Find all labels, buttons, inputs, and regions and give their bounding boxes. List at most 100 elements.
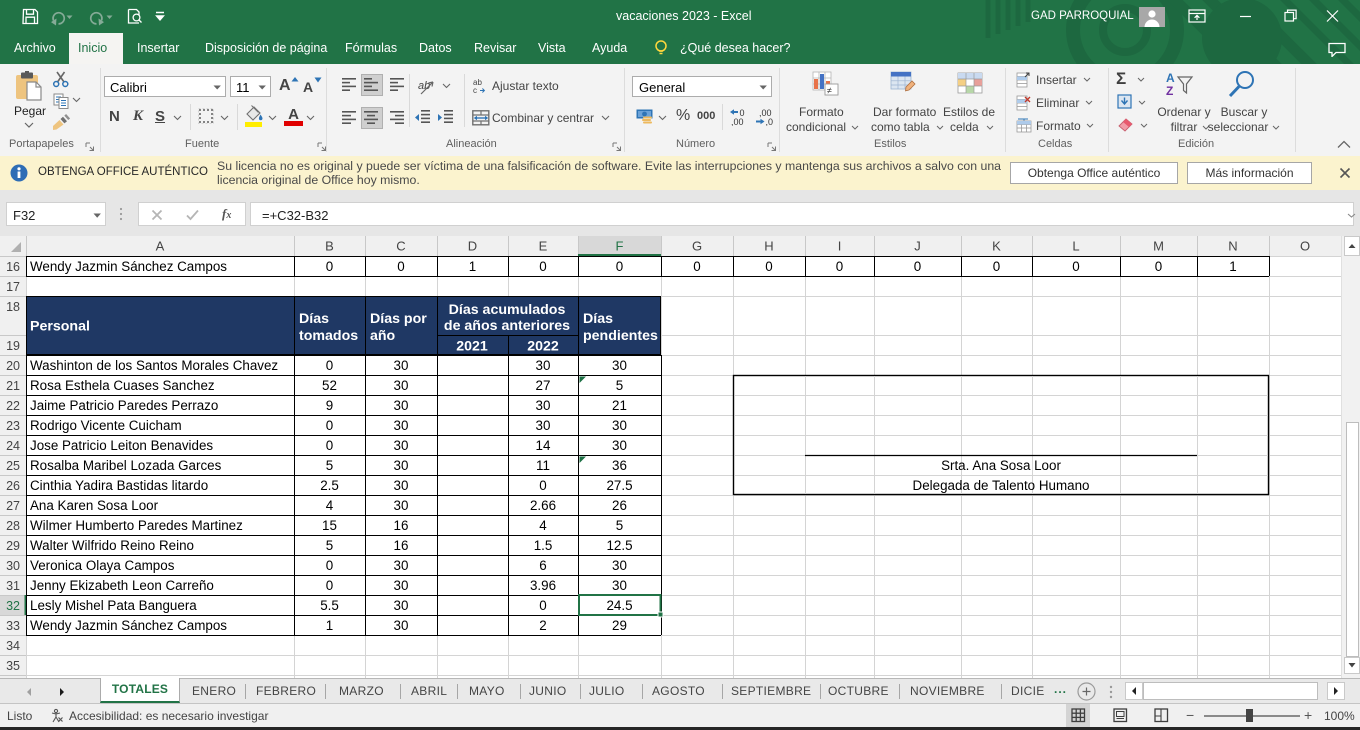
svg-text:3.96: 3.96	[530, 578, 556, 593]
svg-text:K: K	[992, 239, 1001, 254]
svg-text:30: 30	[394, 578, 409, 593]
svg-text:26: 26	[6, 479, 20, 493]
svg-text:16: 16	[394, 518, 409, 533]
svg-text:F: F	[616, 239, 624, 254]
svg-text:0: 0	[326, 438, 333, 453]
svg-text:6: 6	[539, 558, 546, 573]
svg-text:0: 0	[1155, 259, 1162, 274]
svg-text:tomados: tomados	[299, 328, 358, 344]
svg-text:30: 30	[536, 358, 551, 373]
svg-text:0: 0	[539, 478, 546, 493]
svg-text:A: A	[1166, 71, 1175, 85]
svg-text:16: 16	[6, 260, 20, 274]
svg-text:Días: Días	[583, 311, 613, 327]
svg-text:Walter Wilfrido Reino Reino: Walter Wilfrido Reino Reino	[30, 538, 194, 553]
svg-text:5: 5	[326, 538, 333, 553]
svg-text:Rodrigo Vicente Cuicham: Rodrigo Vicente Cuicham	[30, 418, 182, 433]
svg-text:30: 30	[6, 559, 20, 573]
svg-text:15: 15	[322, 518, 337, 533]
svg-text:1: 1	[1229, 259, 1236, 274]
svg-text:5: 5	[616, 518, 623, 533]
svg-text:Rosa Esthela Cuases Sanchez: Rosa Esthela Cuases Sanchez	[30, 378, 215, 393]
svg-text:Días por: Días por	[370, 311, 427, 327]
svg-text:24.5: 24.5	[606, 598, 632, 613]
svg-text:30: 30	[612, 438, 627, 453]
svg-text:Jaime Patricio Paredes Perrazo: Jaime Patricio Paredes Perrazo	[30, 398, 218, 413]
svg-text:D: D	[468, 239, 477, 254]
svg-text:N: N	[1228, 239, 1237, 254]
svg-text:Veronica Olaya Campos: Veronica Olaya Campos	[30, 558, 175, 573]
svg-text:J: J	[914, 239, 921, 254]
svg-text:35: 35	[6, 659, 20, 673]
svg-text:34: 34	[6, 639, 20, 653]
svg-text:Wendy Jazmin Sánchez Campos: Wendy Jazmin Sánchez Campos	[30, 259, 227, 274]
svg-text:E: E	[539, 239, 548, 254]
svg-text:Srta. Ana Sosa Loor: Srta. Ana Sosa Loor	[941, 458, 1061, 473]
svg-text:30: 30	[394, 438, 409, 453]
svg-text:Personal: Personal	[30, 319, 90, 335]
svg-text:2.66: 2.66	[530, 498, 556, 513]
svg-text:19: 19	[6, 339, 20, 353]
svg-text:25: 25	[6, 459, 20, 473]
svg-text:0: 0	[326, 259, 333, 274]
svg-text:2.5: 2.5	[320, 478, 339, 493]
svg-text:0: 0	[616, 259, 623, 274]
svg-text:27: 27	[6, 499, 20, 513]
svg-text:G: G	[692, 239, 702, 254]
svg-text:36: 36	[612, 458, 627, 473]
svg-text:30: 30	[394, 498, 409, 513]
svg-text:0: 0	[326, 578, 333, 593]
svg-text:0: 0	[397, 259, 404, 274]
svg-text:30: 30	[394, 478, 409, 493]
svg-text:20: 20	[6, 359, 20, 373]
svg-text:29: 29	[612, 618, 627, 633]
svg-text:24: 24	[6, 439, 20, 453]
svg-text:27: 27	[536, 378, 551, 393]
svg-text:Ana Karen Sosa Loor: Ana Karen Sosa Loor	[30, 498, 159, 513]
svg-text:30: 30	[394, 458, 409, 473]
svg-text:26: 26	[612, 498, 627, 513]
svg-text:0: 0	[836, 259, 843, 274]
svg-text:0: 0	[1072, 259, 1079, 274]
svg-text:30: 30	[612, 358, 627, 373]
svg-text:0: 0	[693, 259, 700, 274]
svg-text:,0: ,0	[766, 117, 774, 126]
svg-text:Delegada de Talento Humano: Delegada de Talento Humano	[913, 478, 1090, 493]
svg-text:M: M	[1153, 239, 1164, 254]
svg-text:27.5: 27.5	[606, 478, 632, 493]
svg-text:11: 11	[536, 458, 550, 473]
svg-text:30: 30	[394, 558, 409, 573]
svg-text:≠: ≠	[827, 86, 832, 96]
svg-text:22: 22	[6, 399, 20, 413]
svg-text:30: 30	[536, 418, 551, 433]
svg-text:2022: 2022	[527, 339, 559, 355]
svg-text:C: C	[396, 239, 405, 254]
svg-text:Jenny Ekizabeth Leon Carreño: Jenny Ekizabeth Leon Carreño	[30, 578, 214, 593]
svg-text:4: 4	[539, 518, 547, 533]
svg-text:pendientes: pendientes	[583, 328, 658, 344]
svg-text:29: 29	[6, 539, 20, 553]
svg-text:21: 21	[6, 379, 20, 393]
svg-text:16: 16	[394, 538, 409, 553]
svg-text:18: 18	[6, 300, 20, 314]
svg-text:Días: Días	[299, 311, 329, 327]
svg-text:Washinton de los Santos Morale: Washinton de los Santos Morales Chavez	[30, 358, 278, 373]
svg-text:30: 30	[394, 398, 409, 413]
svg-text:0: 0	[765, 259, 772, 274]
svg-text:4: 4	[326, 498, 334, 513]
svg-text:30: 30	[612, 558, 627, 573]
svg-text:1: 1	[326, 618, 333, 633]
svg-text:año: año	[370, 328, 396, 344]
svg-text:17: 17	[6, 280, 20, 294]
svg-text:2: 2	[539, 618, 546, 633]
svg-text:5: 5	[616, 378, 623, 393]
svg-text:Wendy Jazmin Sánchez Campos: Wendy Jazmin Sánchez Campos	[30, 618, 227, 633]
svg-text:Lesly Mishel Pata Banguera: Lesly Mishel Pata Banguera	[30, 598, 197, 613]
svg-text:2021: 2021	[456, 339, 488, 355]
svg-text:Jose Patricio Leiton Benavides: Jose Patricio Leiton Benavides	[30, 438, 213, 453]
svg-text:5: 5	[326, 458, 333, 473]
svg-text:L: L	[1072, 239, 1079, 254]
svg-text:30: 30	[394, 598, 409, 613]
svg-text:Wilmer Humberto Paredes Martin: Wilmer Humberto Paredes Martinez	[30, 518, 243, 533]
svg-text:0: 0	[326, 558, 333, 573]
